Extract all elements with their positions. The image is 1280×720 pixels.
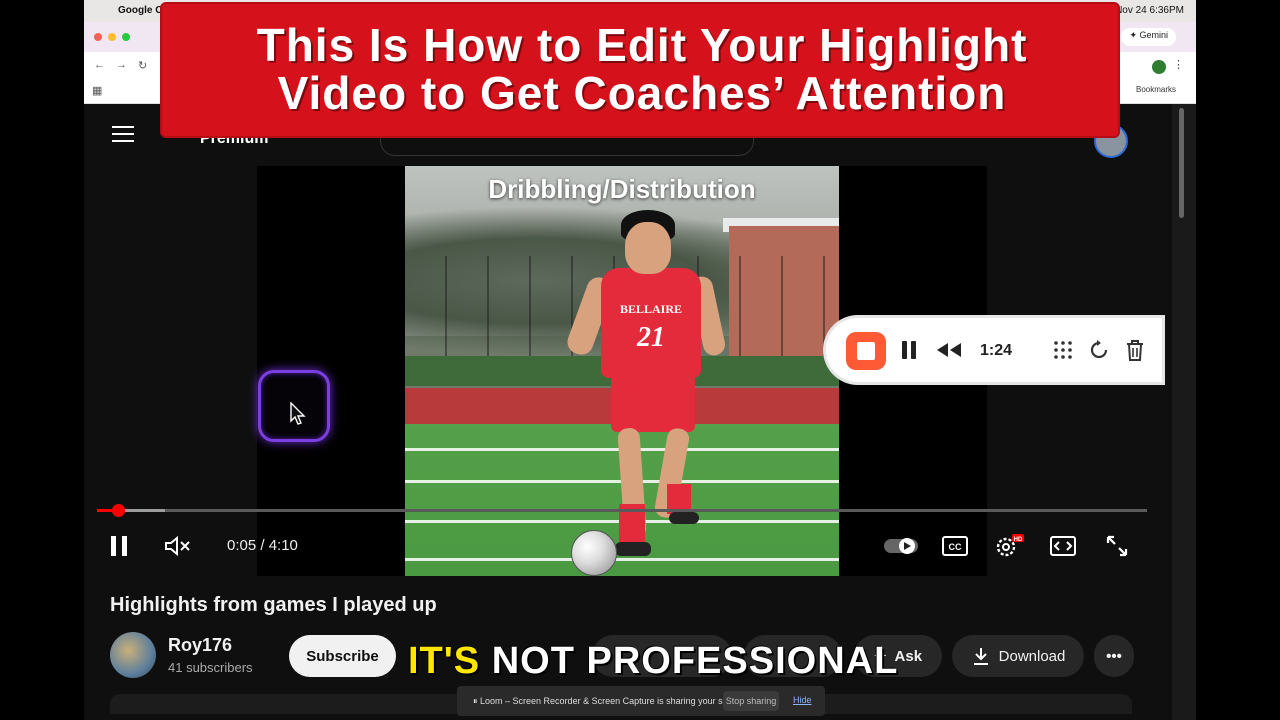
dots-grid-icon: [1054, 341, 1072, 359]
download-icon: [973, 648, 988, 665]
channel-avatar[interactable]: [110, 632, 156, 678]
progress-scrubber[interactable]: [111, 504, 125, 517]
rewind-button[interactable]: [934, 335, 964, 365]
screen-share-message: ⏸ Loom – Screen Recorder & Screen Captur…: [473, 696, 748, 706]
title-banner: This Is How to Edit Your Highlight Video…: [160, 2, 1120, 138]
video-title: Highlights from games I played up: [110, 594, 437, 616]
loom-recording-toolbar: 1:24: [826, 318, 1162, 382]
figure-shoe: [669, 512, 699, 524]
trash-icon: [1127, 340, 1143, 361]
back-icon[interactable]: ←: [94, 59, 105, 71]
time-display: 0:05 / 4:10: [227, 537, 298, 554]
delete-recording-button[interactable]: [1120, 335, 1150, 365]
cursor-icon: [290, 402, 306, 425]
youtube-page: Premium BELLAIRE 21 Dribbling/Distributi…: [84, 104, 1172, 720]
jersey-text: BELLAIRE: [619, 302, 683, 316]
recording-elapsed-time: 1:24: [980, 342, 1013, 359]
soccer-ball: [571, 530, 617, 576]
svg-text:CC: CC: [949, 542, 962, 552]
ask-label: Ask: [894, 647, 923, 665]
figure-shorts: [611, 374, 695, 432]
channel-name[interactable]: Roy176: [168, 635, 232, 656]
zoom-window-icon[interactable]: [122, 33, 130, 41]
rewind-icon: [937, 343, 961, 357]
stop-icon: [857, 342, 875, 360]
menu-icon[interactable]: [112, 126, 134, 142]
gemini-button[interactable]: ✦ Gemini: [1121, 28, 1176, 46]
jersey-number: 21: [637, 322, 665, 353]
video-caption: IT'S NOT PROFESSIONAL: [408, 640, 898, 683]
chrome-menu-icon[interactable]: ⋮: [1173, 58, 1184, 71]
captions-button[interactable]: CC: [940, 531, 970, 561]
download-label: Download: [998, 647, 1066, 665]
restart-icon: [1090, 340, 1108, 359]
pause-icon: [111, 536, 127, 556]
stop-sharing-button[interactable]: Stop sharing: [723, 691, 779, 711]
caption-highlight-word: IT'S: [408, 640, 481, 682]
hide-notice-link[interactable]: Hide: [793, 695, 812, 705]
video-frame: BELLAIRE 21 Dribbling/Distribution ⩍: [405, 166, 839, 576]
gear-icon: HD: [996, 534, 1024, 557]
screen: Google Ch Nov 24 6:36PM ✦ Gemini ← → ↻ ⋮…: [0, 0, 1280, 720]
drawing-tools-button[interactable]: [1048, 335, 1078, 365]
reload-icon[interactable]: ↻: [138, 59, 147, 72]
gemini-label: Gemini: [1139, 30, 1168, 40]
theater-icon: [1050, 536, 1076, 556]
caption-rest: NOT PROFESSIONAL: [491, 640, 899, 682]
cc-icon: CC: [942, 536, 968, 556]
video-overlay-title: Dribbling/Distribution: [488, 174, 756, 204]
pause-button[interactable]: [104, 531, 134, 561]
page-scrollbar[interactable]: [1172, 104, 1196, 720]
theater-mode-button[interactable]: [1048, 531, 1078, 561]
more-horizontal-icon: •••: [1106, 647, 1122, 665]
progress-bar[interactable]: [97, 509, 1147, 512]
figure-head: [625, 222, 671, 274]
apps-grid-icon[interactable]: ▦: [92, 84, 102, 97]
close-window-icon[interactable]: [94, 33, 102, 41]
pause-recording-button[interactable]: [894, 335, 924, 365]
more-actions-button[interactable]: •••: [1094, 635, 1134, 677]
svg-text:HD: HD: [1014, 537, 1023, 543]
menubar-clock: Nov 24 6:36PM: [1115, 5, 1184, 16]
minimize-window-icon[interactable]: [108, 33, 116, 41]
bookmarks-label[interactable]: Bookmarks: [1136, 85, 1176, 94]
restart-recording-button[interactable]: [1084, 335, 1114, 365]
fullscreen-button[interactable]: [1102, 531, 1132, 561]
mute-button[interactable]: [163, 531, 193, 561]
autoplay-toggle[interactable]: [884, 531, 918, 561]
pause-icon: [902, 341, 916, 359]
subscribe-button[interactable]: Subscribe: [289, 635, 396, 677]
share-message-text: Loom – Screen Recorder & Screen Capture …: [480, 696, 748, 706]
scrollbar-thumb[interactable]: [1179, 108, 1184, 218]
soccer-player-figure: BELLAIRE 21: [564, 210, 728, 574]
figure-shoe: [615, 542, 651, 556]
screen-share-notice: ⏸ Loom – Screen Recorder & Screen Captur…: [457, 686, 825, 716]
download-button[interactable]: Download: [952, 635, 1084, 677]
banner-line-1: This Is How to Edit Your Highlight: [256, 19, 1028, 71]
profile-icon[interactable]: [1152, 60, 1166, 74]
fullscreen-icon: [1106, 535, 1128, 557]
muted-volume-icon: [165, 535, 190, 557]
forward-icon[interactable]: →: [116, 59, 127, 71]
settings-button[interactable]: HD: [994, 531, 1024, 561]
banner-line-2: Video to Get Coaches’ Attention: [277, 67, 1007, 119]
stop-recording-button[interactable]: [846, 332, 886, 370]
subscriber-count: 41 subscribers: [168, 660, 253, 675]
autoplay-icon: [884, 538, 918, 554]
